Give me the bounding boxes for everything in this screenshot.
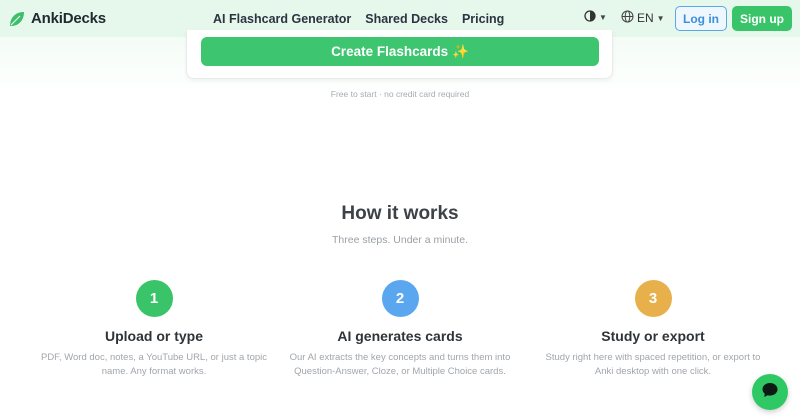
sparkle-icon: ✨: [452, 43, 469, 59]
create-flashcards-label: Create Flashcards: [331, 44, 449, 59]
chevron-down-icon: ▼: [599, 13, 607, 22]
step-description: Study right here with spaced repetition,…: [545, 352, 761, 377]
step-number-badge: 3: [634, 280, 672, 317]
step-number-badge: 1: [135, 280, 173, 317]
step-description: Our AI extracts the key concepts and tur…: [289, 352, 511, 377]
step-number-badge: 2: [381, 280, 419, 317]
step-title: Upload or type: [104, 328, 203, 344]
step-1: 1 Upload or type PDF, Word doc, notes, a…: [34, 280, 274, 379]
theme-toggle[interactable]: ▼: [584, 10, 607, 25]
how-it-works-subtitle: Three steps. Under a minute.: [332, 234, 468, 246]
free-note: Free to start · no credit card required: [330, 89, 470, 99]
create-flashcards-button[interactable]: Create Flashcards ✨: [201, 37, 599, 66]
language-value: EN: [637, 11, 654, 25]
step-3: 3 Study or export Study right here with …: [533, 280, 773, 379]
chat-button[interactable]: [752, 374, 788, 410]
step-title: Study or export: [601, 328, 705, 344]
login-button[interactable]: Log in: [675, 6, 727, 31]
nav-link-pricing[interactable]: Pricing: [462, 12, 504, 26]
language-select[interactable]: EN ▼: [621, 10, 665, 26]
brand-name: AnkiDecks: [31, 10, 106, 27]
chevron-down-icon: ▼: [656, 13, 665, 23]
half-circle-icon: [584, 10, 596, 25]
step-title: AI generates cards: [337, 328, 463, 344]
leaf-icon: [8, 10, 26, 28]
nav-link-shared-decks[interactable]: Shared Decks: [365, 12, 448, 26]
step-description: PDF, Word doc, notes, a YouTube URL, or …: [40, 352, 267, 377]
globe-icon: [621, 10, 634, 26]
brand-logo[interactable]: AnkiDecks: [8, 10, 106, 28]
how-it-works-title: How it works: [341, 203, 459, 224]
signup-button[interactable]: Sign up: [732, 6, 792, 31]
step-2: 2 AI generates cards Our AI extracts the…: [280, 280, 520, 379]
nav-link-ai-flashcard-generator[interactable]: AI Flashcard Generator: [213, 12, 351, 26]
chat-bubble-icon: [761, 381, 779, 404]
